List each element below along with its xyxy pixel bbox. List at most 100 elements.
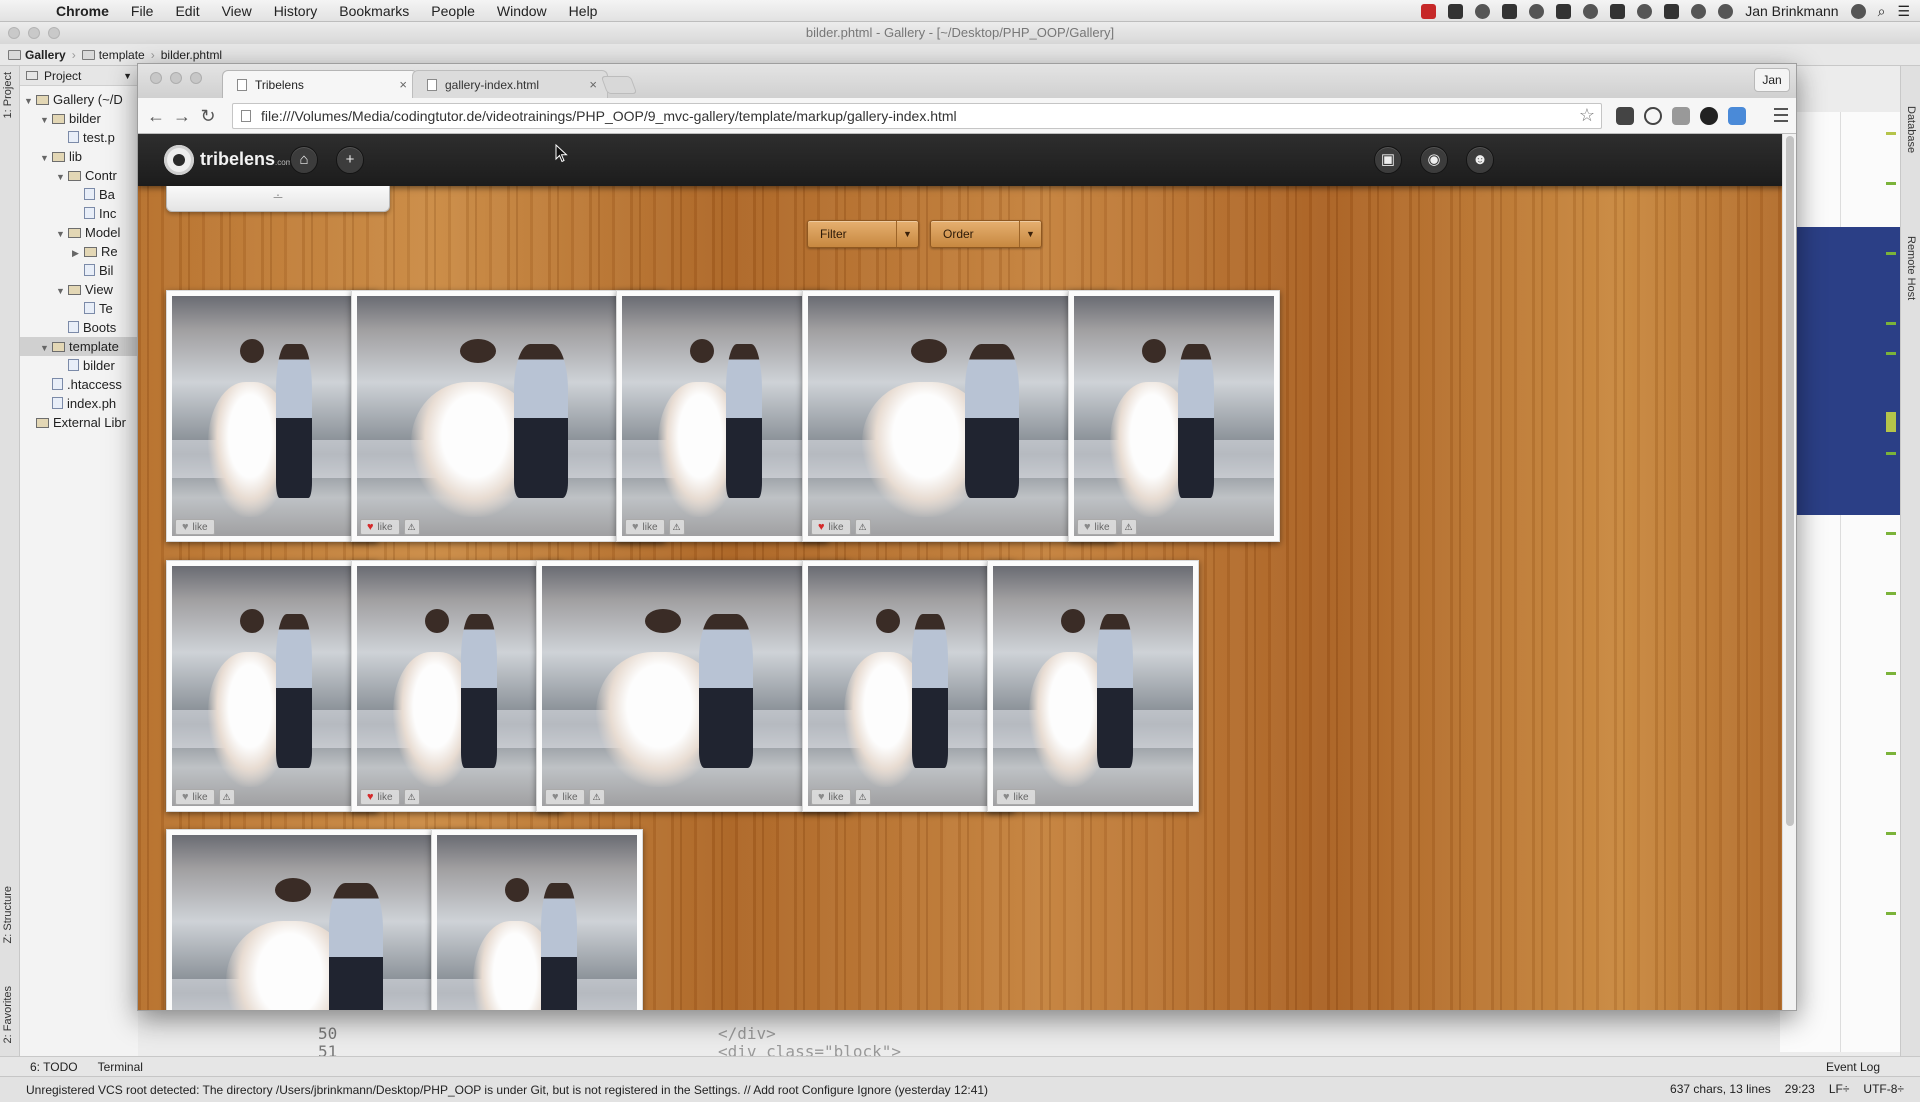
calendar-icon[interactable]: [1556, 3, 1572, 19]
ide-close-button[interactable]: [8, 27, 20, 39]
menu-file[interactable]: File: [131, 3, 154, 19]
upload-drawer-toggle[interactable]: ∸: [166, 186, 390, 212]
change-marker[interactable]: [1886, 912, 1896, 915]
chrome-close-button[interactable]: [150, 72, 162, 84]
tab-tribelens[interactable]: Tribelens ×: [222, 70, 418, 98]
volume-icon[interactable]: [1664, 3, 1680, 19]
report-warning-icon[interactable]: ⚠: [854, 789, 871, 805]
tree-item[interactable]: ▼ bilder: [20, 109, 138, 128]
remote-host-tool-tab[interactable]: Remote Host: [1905, 236, 1917, 300]
breadcrumb-template[interactable]: template: [81, 48, 145, 62]
chevron-down-icon[interactable]: ▼: [56, 282, 68, 299]
menu-view[interactable]: View: [222, 3, 252, 19]
like-button[interactable]: ♥ like: [360, 789, 400, 805]
tribelens-logo-icon[interactable]: [164, 145, 194, 175]
wifi-icon[interactable]: [1637, 3, 1653, 19]
photo-card[interactable]: ♥ like ⚠: [1068, 290, 1280, 542]
tree-item[interactable]: ▼ template: [20, 337, 138, 356]
photo-card[interactable]: ♥like: [166, 290, 378, 542]
tree-item[interactable]: ▶ Re: [20, 242, 138, 261]
record-icon[interactable]: [1421, 3, 1437, 19]
menu-history[interactable]: History: [274, 3, 318, 19]
info-icon[interactable]: [1529, 3, 1545, 19]
chevron-down-icon[interactable]: ▼: [56, 225, 68, 242]
tree-item[interactable]: Boots: [20, 318, 138, 337]
devtools-extension-icon[interactable]: [1672, 107, 1690, 125]
menu-window[interactable]: Window: [497, 3, 547, 19]
bluetooth-icon[interactable]: [1691, 3, 1707, 19]
chrome-zoom-button[interactable]: [190, 72, 202, 84]
spotlight-search-icon[interactable]: ⌕: [1878, 3, 1886, 20]
tab-gallery-index[interactable]: gallery-index.html ×: [412, 70, 608, 98]
like-button[interactable]: ♥ like: [811, 789, 851, 805]
photo-image[interactable]: [808, 296, 1110, 536]
chevron-down-icon[interactable]: ▼: [40, 149, 52, 166]
eye-icon[interactable]: ◉: [1420, 146, 1448, 174]
like-button[interactable]: ♥ like: [811, 519, 851, 535]
file-encoding[interactable]: UTF-8÷: [1863, 1082, 1904, 1096]
report-warning-icon[interactable]: ⚠: [403, 789, 420, 805]
pocket-extension-icon[interactable]: [1728, 107, 1746, 125]
change-marker[interactable]: [1886, 322, 1896, 325]
like-button[interactable]: ♥ like: [545, 789, 585, 805]
evernote-icon[interactable]: [1610, 3, 1626, 19]
plus-icon[interactable]: [1502, 3, 1518, 19]
report-warning-icon[interactable]: ⚠: [218, 789, 235, 805]
change-marker[interactable]: [1886, 672, 1896, 675]
photo-card[interactable]: ♥like: [987, 560, 1199, 812]
like-button[interactable]: ♥ like: [625, 519, 665, 535]
menu-bookmarks[interactable]: Bookmarks: [339, 3, 409, 19]
tree-item[interactable]: ▼ lib: [20, 147, 138, 166]
change-marker[interactable]: [1886, 832, 1896, 835]
buffer-extension-icon[interactable]: [1616, 107, 1634, 125]
reload-icon[interactable]: ↻: [196, 104, 220, 128]
chevron-right-icon[interactable]: ▶: [72, 244, 84, 261]
new-tab-button[interactable]: [600, 76, 638, 94]
event-log-button[interactable]: Event Log: [1826, 1060, 1880, 1074]
chevron-down-icon[interactable]: ▼: [24, 92, 36, 109]
tree-item[interactable]: Ba: [20, 185, 138, 204]
like-button[interactable]: ♥ like: [175, 789, 215, 805]
user-icon[interactable]: [1850, 3, 1866, 19]
change-marker[interactable]: [1886, 592, 1896, 595]
photo-image[interactable]: [1074, 296, 1274, 536]
terminal-tool-button[interactable]: Terminal: [98, 1060, 143, 1074]
chevron-down-icon[interactable]: ▼: [40, 111, 52, 128]
tree-item[interactable]: ▼ Contr: [20, 166, 138, 185]
favorites-tool-tab[interactable]: 2: Favorites: [2, 986, 14, 1043]
tree-item[interactable]: bilder: [20, 356, 138, 375]
home-icon[interactable]: ⌂: [290, 146, 318, 174]
gallery-icon[interactable]: ▣: [1374, 146, 1402, 174]
change-marker[interactable]: [1886, 352, 1896, 355]
scrollbar-thumb[interactable]: [1786, 136, 1794, 826]
menubar-user-name[interactable]: Jan Brinkmann: [1745, 3, 1838, 19]
tree-item[interactable]: ▼ Model: [20, 223, 138, 242]
change-marker[interactable]: [1886, 182, 1896, 185]
todo-tool-button[interactable]: 6: TODO: [30, 1060, 78, 1074]
menu-help[interactable]: Help: [569, 3, 598, 19]
vcs-status-message[interactable]: Unregistered VCS root detected: The dire…: [26, 1083, 988, 1097]
tree-item[interactable]: index.ph: [20, 394, 138, 413]
page-scrollbar[interactable]: [1782, 134, 1796, 1010]
dropbox-icon[interactable]: [1448, 3, 1464, 19]
photo-image[interactable]: [357, 566, 557, 806]
menu-app-name[interactable]: Chrome: [56, 3, 109, 19]
like-button[interactable]: ♥ like: [360, 519, 400, 535]
line-separator[interactable]: LF÷: [1829, 1082, 1850, 1096]
notification-center-icon[interactable]: ☰: [1897, 3, 1910, 20]
project-panel-title[interactable]: Project: [44, 69, 81, 83]
url-text[interactable]: file:///Volumes/Media/codingtutor.de/vid…: [261, 108, 957, 124]
report-warning-icon[interactable]: ⚠: [854, 519, 871, 535]
tree-item[interactable]: Inc: [20, 204, 138, 223]
photo-image[interactable]: [542, 566, 844, 806]
change-marker[interactable]: [1886, 252, 1896, 255]
photo-image[interactable]: [808, 566, 1008, 806]
cloud-icon[interactable]: [1583, 3, 1599, 19]
address-bar[interactable]: file:///Volumes/Media/codingtutor.de/vid…: [232, 103, 1602, 129]
database-tool-tab[interactable]: Database: [1905, 106, 1917, 153]
cursor-position[interactable]: 29:23: [1785, 1082, 1815, 1096]
back-arrow-icon[interactable]: ←: [144, 104, 168, 128]
photo-image[interactable]: [622, 296, 822, 536]
photo-image[interactable]: [172, 835, 474, 1010]
menu-edit[interactable]: Edit: [175, 3, 199, 19]
